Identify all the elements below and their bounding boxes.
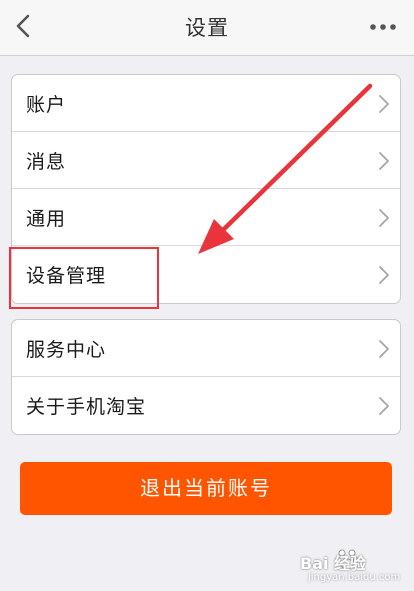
- settings-item-label: 消息: [26, 151, 67, 173]
- logout-button[interactable]: 退出当前账号: [20, 462, 392, 515]
- settings-item-label: 设备管理: [26, 265, 107, 287]
- settings-item-label: 通用: [26, 208, 67, 230]
- chevron-right-icon: [379, 209, 389, 227]
- settings-item-device-management[interactable]: 设备管理: [12, 246, 400, 303]
- chevron-right-icon: [379, 152, 389, 170]
- chevron-right-icon: [379, 95, 389, 113]
- settings-item-about[interactable]: 关于手机淘宝: [12, 377, 400, 434]
- chevron-right-icon: [379, 397, 389, 415]
- settings-group-secondary: 服务中心 关于手机淘宝: [11, 319, 401, 435]
- navigation-bar: 设置: [0, 0, 414, 56]
- settings-item-label: 关于手机淘宝: [26, 396, 147, 418]
- settings-item-label: 服务中心: [26, 339, 107, 361]
- settings-group-main: 账户 消息 通用 设备管理: [11, 74, 401, 304]
- settings-item-label: 账户: [26, 94, 67, 116]
- settings-item-service-center[interactable]: 服务中心: [12, 320, 400, 377]
- settings-item-messages[interactable]: 消息: [12, 132, 400, 189]
- chevron-right-icon: [379, 266, 389, 284]
- watermark-url: jingyan.baidu.com: [308, 572, 401, 583]
- watermark: Bai 经验 jingyan.baidu.com: [300, 540, 410, 588]
- settings-item-general[interactable]: 通用: [12, 189, 400, 246]
- chevron-right-icon: [379, 340, 389, 358]
- more-dots-icon: [370, 24, 396, 30]
- paw-logo-icon: [335, 549, 359, 570]
- page-title: 设置: [185, 16, 229, 40]
- watermark-text: Bai 经验: [300, 554, 367, 573]
- settings-item-account[interactable]: 账户: [12, 75, 400, 132]
- more-button[interactable]: [368, 14, 398, 40]
